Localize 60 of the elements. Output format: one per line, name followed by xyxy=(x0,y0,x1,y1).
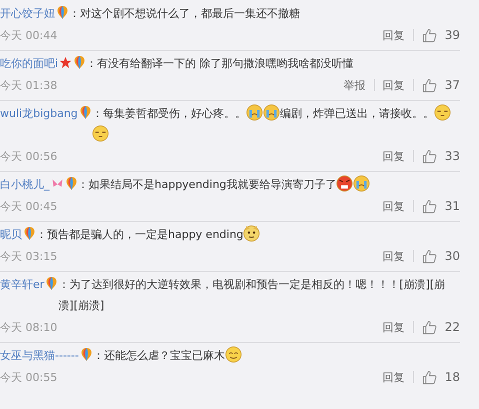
thumbs-up-icon[interactable] xyxy=(422,248,437,264)
thumbs-up-icon[interactable] xyxy=(422,28,437,42)
cry-face-icon xyxy=(246,104,263,121)
comment-text: ：每集姜哲都受伤，好心疼。。 xyxy=(92,107,246,120)
balloon-icon xyxy=(78,105,92,120)
user-name-link[interactable]: 昵贝 xyxy=(0,228,22,241)
user-name-link[interactable]: 女巫与黑猫------ xyxy=(0,349,79,362)
user-name-link[interactable]: 吃你的面吧i xyxy=(0,57,58,70)
user-name-link[interactable]: 开心饺子妞 xyxy=(0,7,55,20)
user-name-link[interactable]: 白小桃儿_ xyxy=(0,178,50,191)
balloon-icon xyxy=(56,5,69,20)
comment-text: ：如果结局不是happyending我就要给导演寄刀子了 xyxy=(78,178,336,191)
comment-text: ：为了达到很好的大逆转效果，电视剧和预告一定是相反的！嗯！！！[崩溃][崩溃][崩溃] xyxy=(58,278,446,312)
reply-link[interactable]: 回复 xyxy=(382,28,405,42)
balloon-icon xyxy=(80,347,93,362)
angry-face-icon xyxy=(336,175,354,192)
balloon-icon xyxy=(23,226,36,241)
balloon-icon xyxy=(64,176,78,191)
thumbs-up-icon[interactable] xyxy=(422,198,437,214)
balloon-icon xyxy=(45,276,58,291)
reply-link[interactable]: 回复 xyxy=(382,320,405,334)
comment-time: 今天 08:10 xyxy=(0,320,58,334)
user-name-link[interactable]: 黄辛轩er xyxy=(0,278,44,291)
thumbs-up-icon[interactable] xyxy=(422,370,437,384)
like-count: 31 xyxy=(444,199,460,213)
report-link[interactable]: 举报 xyxy=(344,78,366,92)
thumbs-up-icon[interactable] xyxy=(422,148,437,164)
comment-text: 编剧，炸弹已送出，请接收。。 xyxy=(280,107,434,120)
comment-time: 今天 00:55 xyxy=(0,370,58,384)
like-count: 39 xyxy=(444,28,460,42)
like-count: 22 xyxy=(444,320,460,334)
comment-time: 今天 01:38 xyxy=(0,78,58,92)
thumbs-up-icon[interactable] xyxy=(422,320,437,334)
like-count: 37 xyxy=(444,78,460,92)
balloon-icon xyxy=(73,55,86,70)
like-count: 30 xyxy=(444,249,460,263)
speechless-face-icon xyxy=(92,125,109,142)
reply-link[interactable]: 回复 xyxy=(382,370,405,384)
comment-text: ：对这个剧不想说什么了，都最后一集还不撤糖 xyxy=(69,7,300,20)
smile-face-icon xyxy=(224,346,242,363)
cry-face-icon xyxy=(262,104,280,121)
comment-time: 今天 03:15 xyxy=(0,248,58,264)
user-name-link[interactable]: wuli龙bigbang xyxy=(0,107,78,120)
dog-face-icon xyxy=(243,225,260,242)
comment-time: 今天 00:56 xyxy=(0,148,58,164)
thumbs-up-icon[interactable] xyxy=(422,78,437,92)
star-icon xyxy=(59,55,72,70)
speechless-face-icon xyxy=(434,104,451,121)
reply-link[interactable]: 回复 xyxy=(382,248,405,264)
comment-text: ：还能怎么虐？宝宝已麻木 xyxy=(92,349,225,362)
reply-link[interactable]: 回复 xyxy=(382,78,405,92)
reply-link[interactable]: 回复 xyxy=(382,198,405,214)
comment-time: 今天 00:45 xyxy=(0,198,58,214)
like-count: 18 xyxy=(444,370,460,384)
like-count: 33 xyxy=(444,149,460,163)
comment-time: 今天 00:44 xyxy=(0,28,58,42)
comment-text: ：有没有给翻译一下的 除了那句撒浪嘿哟我啥都没听懂 xyxy=(86,57,354,70)
reply-link[interactable]: 回复 xyxy=(382,148,405,164)
cry-face-icon xyxy=(353,175,370,192)
comment-text: ：预告都是骗人的，一定是happy ending xyxy=(36,228,244,241)
